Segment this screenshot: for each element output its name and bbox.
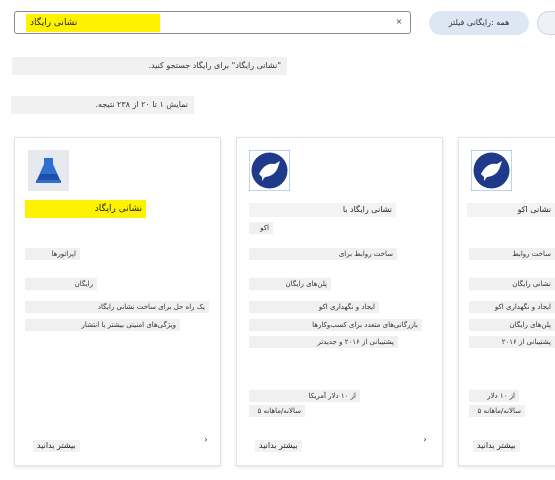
price-line: از ۱۰ دلار آمریکا xyxy=(249,390,360,402)
card-line: یک راه حل برای ساخت نشانی رایگاد xyxy=(25,301,209,313)
search-box[interactable]: نشانی رایگاد × xyxy=(14,11,411,34)
search-suggestion: "نشانی رایگاد" برای رایگاد جستجو کنید. xyxy=(12,57,287,75)
chevron-icon[interactable]: › xyxy=(200,434,212,446)
card-line: پلن‌های رایگان xyxy=(469,319,555,331)
card-line: رایگان xyxy=(25,278,97,290)
price-line: از ۱۰ دلار xyxy=(469,390,519,402)
result-card[interactable]: نشانی اکو ساخت روابط نشانی رایگان ایجاد … xyxy=(458,137,555,466)
card-line: ساخت روابط برای xyxy=(249,248,397,260)
card-title[interactable]: نشانی رایگاد با xyxy=(249,203,396,217)
card-line: ایجاد و نگهداری اکو xyxy=(469,301,555,313)
filter-more-button[interactable] xyxy=(537,11,555,35)
result-card[interactable]: نشانی رایگاد اپراتورها رایگان یک راه حل … xyxy=(14,137,221,466)
card-line: بازرگانی‌های متعدد برای کسب‌وکارها xyxy=(249,319,422,331)
clear-icon[interactable]: × xyxy=(393,16,405,28)
card-title[interactable]: نشانی رایگاد xyxy=(25,200,146,218)
filter-button[interactable]: همه :رایگانی‌ فیلتر xyxy=(429,11,529,35)
price-line: سالانه/ماهانه ۵ xyxy=(469,405,525,417)
card-line: پشتیبانی از ۲۰۱۶ xyxy=(469,336,555,348)
card-line: اپراتورها xyxy=(25,248,80,260)
card-line: پشتیبانی از ۲۰۱۶ و جدیدتر xyxy=(249,336,398,348)
card-line: نشانی رایگان xyxy=(469,278,555,290)
bird-logo-icon xyxy=(248,149,291,192)
result-card[interactable]: نشانی رایگاد با اکو ساخت روابط برای پلن‌… xyxy=(236,137,443,466)
card-line: پلن‌های رایگان xyxy=(249,278,331,290)
learn-more-link[interactable]: بیشتر بدانید xyxy=(255,440,302,452)
card-line: ایجاد و نگهداری اکو xyxy=(249,301,379,313)
card-title[interactable]: نشانی اکو xyxy=(467,203,555,217)
chevron-icon[interactable]: › xyxy=(419,434,431,446)
learn-more-link[interactable]: بیشتر بدانید xyxy=(473,440,520,452)
lab-flask-icon xyxy=(28,150,69,191)
learn-more-link[interactable]: بیشتر بدانید xyxy=(33,440,80,452)
results-count: نمایش ۱ تا ۲۰ از ۲۳۸ نتیجه. xyxy=(11,96,194,114)
search-input[interactable]: نشانی رایگاد xyxy=(26,14,160,32)
bird-logo-icon xyxy=(470,149,513,192)
card-subtitle: اکو xyxy=(249,222,273,234)
price-line: سالانه/ماهانه ۵ xyxy=(249,405,305,417)
card-line: ساخت روابط xyxy=(469,248,555,260)
card-line: ویژگی‌های امنیتی بیشتر با انتشار xyxy=(25,319,180,331)
